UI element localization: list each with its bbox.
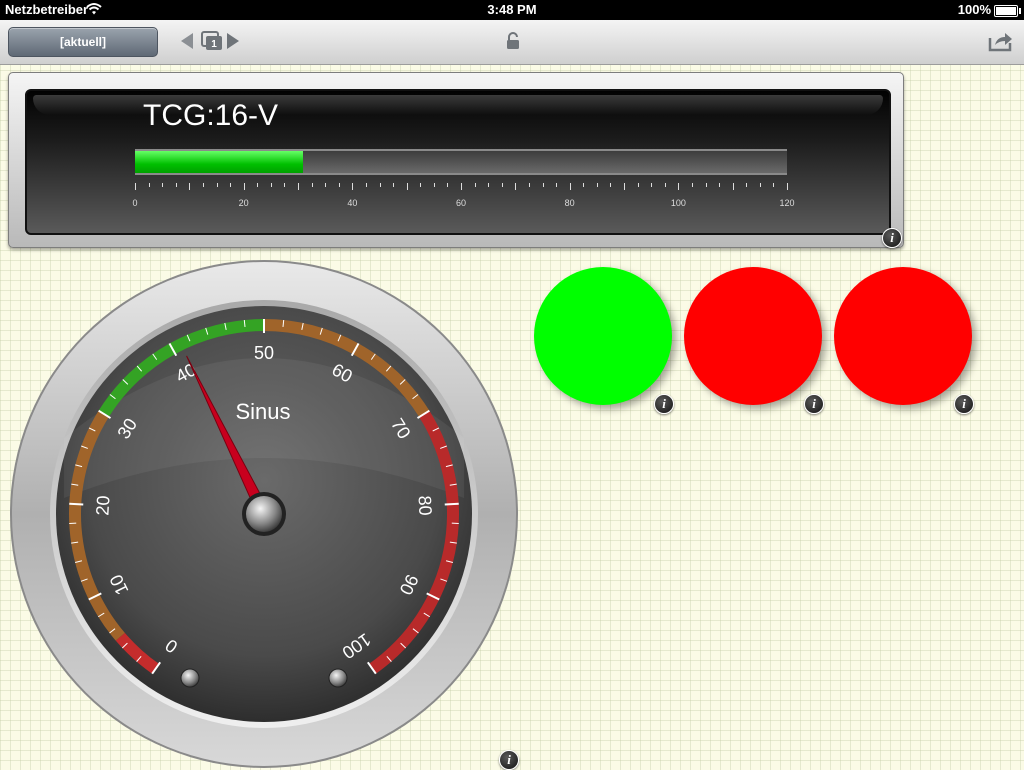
bar-scale-tick bbox=[665, 183, 666, 187]
bar-scale-tick bbox=[719, 183, 720, 187]
bar-scale-tick bbox=[624, 183, 625, 190]
bar-scale-tick bbox=[244, 183, 245, 190]
bar-scale-label: 60 bbox=[456, 198, 466, 208]
next-page-icon[interactable] bbox=[227, 33, 239, 49]
toolbar: [aktuell] 1 bbox=[0, 20, 1024, 65]
status-bar: Netzbetreiber 3:48 PM 100% bbox=[0, 0, 1024, 20]
bar-scale-tick bbox=[420, 183, 421, 187]
bar-scale-tick bbox=[325, 183, 326, 187]
bar-scale-tick bbox=[284, 183, 285, 187]
bar-scale-tick bbox=[543, 183, 544, 187]
bar-scale-tick bbox=[692, 183, 693, 187]
page-number: 1 bbox=[211, 39, 217, 50]
bar-scale-tick bbox=[339, 183, 340, 187]
bar-scale-tick bbox=[366, 183, 367, 187]
bar-scale-tick bbox=[162, 183, 163, 187]
bar-scale-tick bbox=[678, 183, 679, 190]
bar-scale-tick bbox=[447, 183, 448, 187]
lamp-1-info-icon[interactable]: i bbox=[654, 394, 674, 414]
lamp-2-info-icon[interactable]: i bbox=[804, 394, 824, 414]
bar-scale-tick bbox=[638, 183, 639, 187]
share-icon[interactable] bbox=[988, 30, 1014, 52]
bar-scale-tick bbox=[298, 183, 299, 190]
bar-scale-tick bbox=[393, 183, 394, 187]
bar-scale-tick bbox=[149, 183, 150, 187]
lamp-3-info-icon[interactable]: i bbox=[954, 394, 974, 414]
bar-scale-tick bbox=[135, 183, 136, 190]
pages-icon[interactable]: 1 bbox=[200, 31, 224, 51]
bar-scale-tick bbox=[773, 183, 774, 187]
bar-scale-tick bbox=[706, 183, 707, 187]
bar-scale-label: 40 bbox=[347, 198, 357, 208]
dial-gauge: 0102030405060708090100 Sinus bbox=[8, 258, 520, 770]
bar-scale-tick bbox=[312, 183, 313, 187]
bar-scale-tick bbox=[176, 183, 177, 187]
dial-tick-label: 50 bbox=[254, 343, 274, 363]
bar-scale-tick bbox=[556, 183, 557, 187]
dial-title: Sinus bbox=[235, 399, 290, 424]
bar-scale-label: 100 bbox=[671, 198, 686, 208]
bar-scale-tick bbox=[787, 183, 788, 190]
bar-gauge-panel: TCG:16-V 0 20 40 60 80 100 120 bbox=[8, 72, 904, 248]
bar-scale-tick bbox=[746, 183, 747, 187]
previous-page-icon[interactable] bbox=[181, 33, 193, 49]
bar-scale-label: 0 bbox=[132, 198, 137, 208]
bar-scale-label: 120 bbox=[779, 198, 794, 208]
bar-scale-tick bbox=[271, 183, 272, 187]
bar-scale-tick bbox=[352, 183, 353, 190]
dial-tick bbox=[283, 320, 284, 327]
status-lamp-2 bbox=[684, 267, 822, 405]
bar-scale-tick bbox=[760, 183, 761, 187]
bar-scale-tick bbox=[380, 183, 381, 187]
bar-scale-tick bbox=[570, 183, 571, 190]
dial-tick-label: 20 bbox=[92, 495, 113, 516]
bar-scale-tick bbox=[651, 183, 652, 187]
bar-gauge-display: TCG:16-V 0 20 40 60 80 100 120 bbox=[25, 89, 891, 235]
bar-scale-tick bbox=[515, 183, 516, 190]
bar-gauge-track bbox=[135, 149, 787, 175]
dial-tick bbox=[69, 504, 83, 505]
bar-scale-tick bbox=[502, 183, 503, 187]
bar-gauge-title: TCG:16-V bbox=[143, 99, 278, 133]
dial-left-screw bbox=[181, 669, 199, 687]
bar-scale-tick bbox=[230, 183, 231, 187]
bar-scale-tick bbox=[257, 183, 258, 187]
bar-scale-tick bbox=[461, 183, 462, 190]
bar-scale-tick bbox=[488, 183, 489, 187]
bar-scale-tick bbox=[583, 183, 584, 187]
dial-tick bbox=[244, 320, 245, 327]
battery-icon bbox=[994, 5, 1018, 17]
bar-scale-tick bbox=[733, 183, 734, 190]
current-button[interactable]: [aktuell] bbox=[8, 27, 158, 57]
bar-scale-tick bbox=[475, 183, 476, 187]
dial-tick bbox=[445, 504, 459, 505]
status-lamp-3 bbox=[834, 267, 972, 405]
lock-icon[interactable] bbox=[506, 32, 520, 50]
bar-scale-tick bbox=[597, 183, 598, 187]
status-lamp-1 bbox=[534, 267, 672, 405]
dial-info-icon[interactable]: i bbox=[499, 750, 519, 770]
bar-scale-tick bbox=[189, 183, 190, 190]
bar-gauge-scale: 020406080100120 bbox=[135, 183, 787, 213]
bar-scale-tick bbox=[434, 183, 435, 187]
bar-scale-tick bbox=[610, 183, 611, 187]
bar-scale-label: 80 bbox=[565, 198, 575, 208]
bar-gauge-fill bbox=[135, 151, 303, 173]
clock: 3:48 PM bbox=[0, 2, 1024, 17]
bar-scale-tick bbox=[203, 183, 204, 187]
battery-percentage: 100% bbox=[958, 2, 991, 17]
bar-gauge-info-icon[interactable]: i bbox=[882, 228, 902, 248]
dial-hub bbox=[246, 496, 282, 532]
bar-scale-tick bbox=[529, 183, 530, 187]
bar-scale-label: 20 bbox=[239, 198, 249, 208]
dial-tick-label: 80 bbox=[415, 495, 436, 516]
bar-scale-tick bbox=[217, 183, 218, 187]
dial-right-screw bbox=[329, 669, 347, 687]
bar-scale-tick bbox=[407, 183, 408, 190]
